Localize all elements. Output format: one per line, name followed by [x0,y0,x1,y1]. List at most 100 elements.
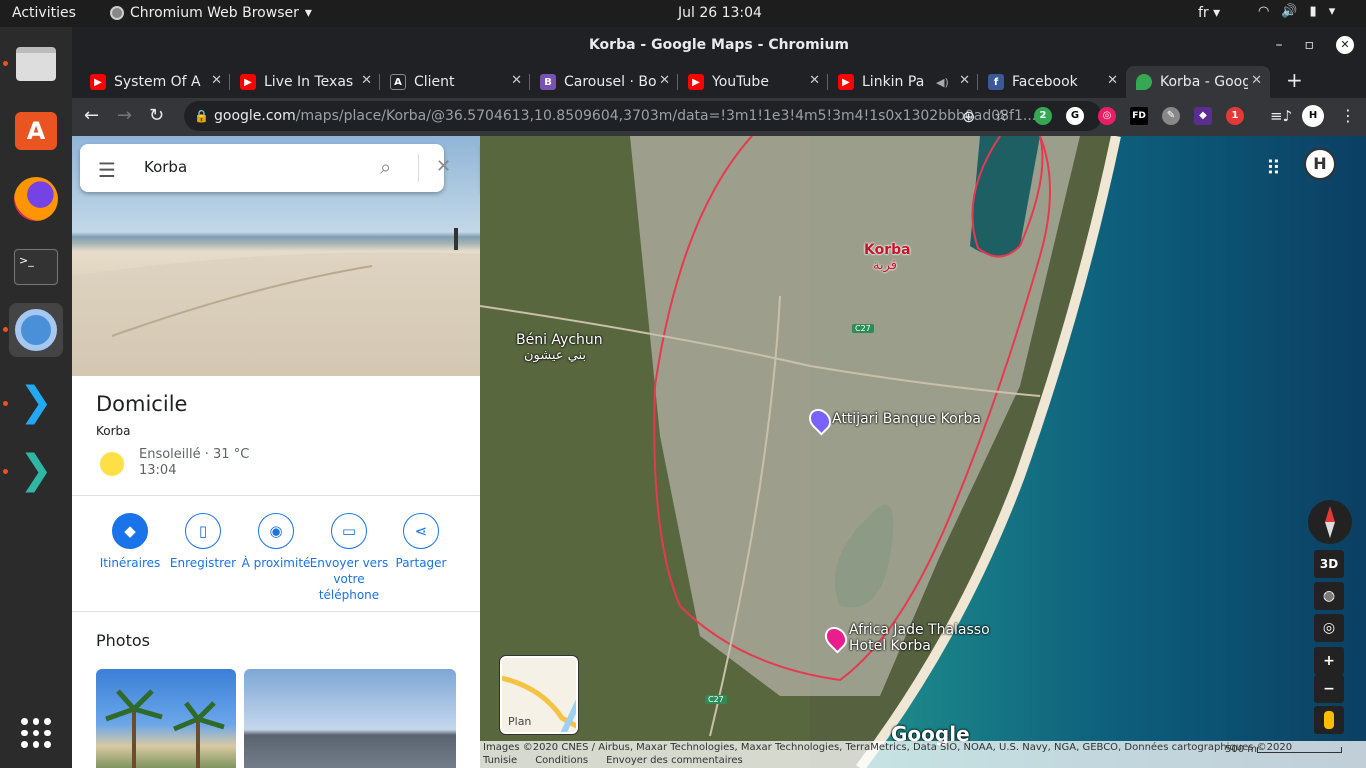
software-app[interactable]: A [9,104,63,158]
bootstrap-icon: B [540,74,556,90]
tab-active[interactable]: Korba - Goog ✕ [1126,66,1270,98]
angular-icon: A [390,74,406,90]
chevron-down-icon: ▾ [1328,4,1336,19]
files-app[interactable] [9,37,63,91]
map-label-beni-aychun-arabic: بني عيشون [524,348,587,363]
profile-avatar[interactable]: H [1302,105,1324,127]
tab[interactable]: A Client ✕ [380,66,530,98]
volume-icon: 🔊 [1281,4,1298,19]
zoom-out-button[interactable]: − [1314,675,1344,703]
terminal-app[interactable]: >_ [9,240,63,294]
forward-arrow-icon[interactable]: → [117,105,132,126]
app-menu[interactable]: Chromium Web Browser ▾ [110,5,312,21]
tab-label: Facebook [1012,74,1078,90]
system-tray[interactable]: ◠ 🔊 ▮ ▾ [1258,4,1335,19]
map-type-toggle[interactable]: Plan [500,656,578,734]
youtube-icon: ▶ [240,74,256,90]
close-window-icon[interactable]: ✕ [1336,36,1354,54]
hamburger-menu-icon[interactable]: ☰ [98,158,116,182]
firefox-app[interactable] [9,172,63,226]
back-arrow-icon[interactable]: ← [84,105,99,126]
tab[interactable]: ▶ Linkin Pa ◀) ✕ [828,66,978,98]
kebab-menu-icon[interactable]: ⋮ [1340,106,1356,125]
my-location-icon[interactable]: ◎ [1314,614,1344,642]
search-box[interactable]: ☰ Korba ⌕ ✕ [80,144,451,192]
hotel-name-line: Africa Jade Thalasso [849,622,990,638]
scale-label[interactable]: 500 m [1225,743,1257,756]
tab-label: Linkin Pa [862,74,925,90]
chromium-icon [15,309,57,351]
install-app-icon[interactable]: ⊕ [962,107,975,126]
tab[interactable]: ▶ YouTube ✕ [678,66,828,98]
map-label-bank[interactable]: Attijari Banque Korba [832,411,981,427]
search-input[interactable]: Korba [144,158,187,176]
send-to-phone-button[interactable]: ▭ Envoyer vers votre téléphone [309,513,389,603]
media-control-icon[interactable]: ≡♪ [1270,107,1292,125]
search-icon[interactable]: ⌕ [380,155,391,179]
zoom-in-button[interactable]: + [1314,647,1344,675]
minimize-icon[interactable]: – [1276,27,1283,63]
pegman-icon[interactable] [1314,706,1344,734]
account-avatar[interactable]: H [1304,148,1336,180]
action-label: Envoyer vers votre téléphone [309,556,389,602]
feedback-link[interactable]: Envoyer des commentaires [606,754,743,767]
apps-grid-icon[interactable]: ⠿ [1266,156,1281,180]
tab[interactable]: ▶ Live In Texas ✕ [230,66,380,98]
globe-icon[interactable]: ◍ [1314,582,1344,610]
country-link[interactable]: Tunisie [483,754,517,767]
tab[interactable]: B Carousel · Bo ✕ [530,66,678,98]
new-tab-button[interactable]: + [1286,68,1303,92]
activities-button[interactable]: Activities [12,5,76,21]
map-label-beni-aychun[interactable]: Béni Aychun [516,332,603,348]
clock[interactable]: Jul 26 13:04 [678,5,762,21]
close-tab-icon[interactable]: ✕ [1107,73,1118,88]
cube-extension-icon[interactable]: ◆ [1194,107,1212,125]
audio-playing-icon[interactable]: ◀) [936,76,949,89]
send-to-phone-icon: ▭ [331,513,367,549]
tab[interactable]: f Facebook ✕ [978,66,1126,98]
fd-extension-icon[interactable]: FD [1130,107,1148,125]
map-label-hotel[interactable]: Africa Jade Thalasso Hotel Korba [849,622,990,654]
close-tab-icon[interactable]: ✕ [659,73,670,88]
bookmark-icon: ▯ [185,513,221,549]
wifi-icon: ◠ [1258,4,1270,19]
battery-icon: ▮ [1309,4,1317,19]
map-label-korba[interactable]: Korba [864,242,911,258]
grammarly-extension-icon[interactable]: G [1066,107,1084,125]
tab-label: YouTube [712,74,769,90]
nearby-button[interactable]: ◉ À proximité [236,513,316,571]
adblock-extension-icon[interactable]: 1 [1226,107,1244,125]
vscodium-app[interactable]: ❯ [9,443,63,497]
place-panel: ☰ Korba ⌕ ✕ Domicile Korba Ensoleillé · … [72,136,480,768]
shield-extension-icon[interactable]: 2 [1034,107,1052,125]
close-tab-icon[interactable]: ✕ [809,73,820,88]
close-tab-icon[interactable]: ✕ [361,73,372,88]
tab[interactable]: ▶ System Of A ✕ [80,66,230,98]
photo-thumbnail[interactable] [96,669,236,768]
terms-link[interactable]: Conditions [535,754,588,767]
action-label: Enregistrer [169,556,237,570]
reload-icon[interactable]: ↻ [149,105,164,126]
3d-toggle-button[interactable]: 3D [1314,550,1344,578]
directions-button[interactable]: ◆ Itinéraires [90,513,170,571]
compass-button[interactable] [1308,500,1352,544]
close-tab-icon[interactable]: ✕ [959,73,970,88]
close-icon[interactable]: ✕ [436,156,451,177]
share-button[interactable]: ⋖ Partager [381,513,461,571]
satellite-map[interactable]: Korba قربة Béni Aychun بني عيشون C27 C27… [480,136,1366,768]
tool-extension-icon[interactable]: ✎ [1162,107,1180,125]
photo-thumbnail[interactable] [244,669,456,768]
extension-badge: 2 [1039,110,1047,121]
lastpass-extension-icon[interactable]: ◎ [1098,107,1116,125]
close-tab-icon[interactable]: ✕ [511,73,522,88]
show-apps-button[interactable] [9,706,63,760]
close-tab-icon[interactable]: ✕ [211,73,222,88]
save-button[interactable]: ▯ Enregistrer [163,513,243,571]
close-tab-icon[interactable]: ✕ [1251,73,1262,88]
vscode-app[interactable]: ❯ [9,375,63,429]
language-indicator[interactable]: fr ▾ [1198,5,1220,21]
bookmark-star-icon[interactable]: ☆ [994,106,1008,125]
chromium-app[interactable] [9,303,63,357]
maximize-icon[interactable]: ▫ [1305,27,1315,63]
action-label: À proximité [241,556,311,570]
